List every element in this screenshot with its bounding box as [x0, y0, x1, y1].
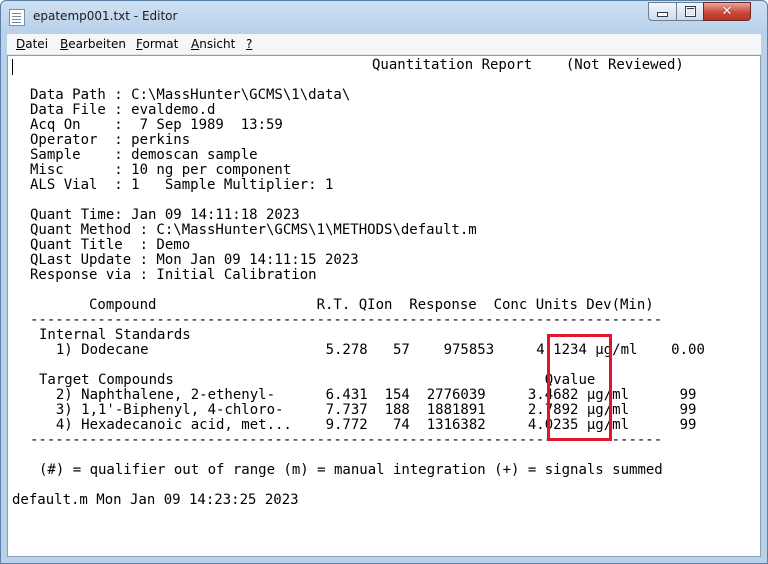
response-via-line: Response via : Initial Calibration — [30, 267, 317, 283]
menu-ansicht[interactable]: Ansicht — [191, 37, 235, 51]
minimize-button[interactable] — [648, 2, 677, 21]
conc-highlight-box — [547, 334, 612, 441]
maximize-button[interactable] — [676, 2, 704, 21]
window-title: epatemp001.txt - Editor — [33, 9, 178, 23]
misc-line: Misc : 10 ng per component — [30, 162, 292, 178]
menu-datei[interactable]: Datei — [16, 37, 48, 51]
editor-window: epatemp001.txt - Editor ✕ Datei Bearbeit… — [0, 0, 768, 564]
quant-title-line: Quant Title : Demo — [30, 237, 191, 253]
menu-bearbeiten[interactable]: Bearbeiten — [60, 37, 126, 51]
menu-help[interactable]: ? — [246, 37, 252, 51]
menu-bar: Datei Bearbeiten Format Ansicht ? — [7, 34, 761, 55]
quant-method-line: Quant Method : C:\MassHunter\GCMS\1\METH… — [30, 222, 477, 238]
operator-line: Operator : perkins — [30, 132, 191, 148]
acq-on-line: Acq On : 7 Sep 1989 13:59 — [30, 117, 283, 133]
sample-line: Sample : demoscan sample — [30, 147, 258, 163]
data-file-line: Data File : evaldemo.d — [30, 102, 216, 118]
report-footer: default.m Mon Jan 09 14:23:25 2023 — [12, 492, 299, 508]
close-button[interactable]: ✕ — [703, 2, 751, 21]
close-icon: ✕ — [721, 4, 733, 19]
data-path-line: Data Path : C:\MassHunter\GCMS\1\data\ — [30, 87, 351, 103]
internal-standards-heading: Internal Standards — [39, 327, 191, 343]
text-caret — [12, 59, 13, 75]
divider-top: ----------------------------------------… — [30, 312, 663, 328]
text-area[interactable]: Quantitation Report (Not Reviewed) Data … — [7, 55, 761, 557]
column-header: Compound R.T. QIon Response Conc Units D… — [30, 297, 654, 313]
notepad-icon — [9, 9, 25, 26]
qlast-update-line: QLast Update : Mon Jan 09 14:11:15 2023 — [30, 252, 359, 268]
quant-time-line: Quant Time: Jan 09 14:11:18 2023 — [30, 207, 300, 223]
minimize-icon — [657, 12, 668, 17]
maximize-icon — [684, 6, 696, 17]
menu-format[interactable]: Format — [136, 37, 178, 51]
target-compounds-heading: Target Compounds Qvalue — [39, 372, 596, 388]
report-header: Quantitation Report (Not Reviewed) — [372, 57, 684, 73]
flag-legend: (#) = qualifier out of range (m) = manua… — [39, 462, 663, 478]
als-vial-line: ALS Vial : 1 Sample Multiplier: 1 — [30, 177, 334, 193]
title-bar[interactable]: epatemp001.txt - Editor ✕ — [1, 1, 767, 33]
